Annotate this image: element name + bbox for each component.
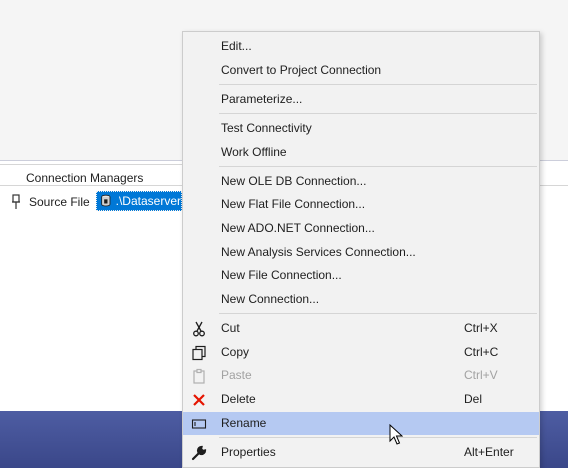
delete-x-icon: [193, 394, 205, 406]
copy-icon: [192, 345, 206, 361]
rename-icon: [191, 419, 207, 429]
menu-item-rename[interactable]: Rename: [183, 412, 539, 435]
menu-item-label: Work Offline: [221, 145, 287, 159]
menu-item-label: Test Connectivity: [221, 121, 312, 135]
menu-item-copy[interactable]: Copy Ctrl+C: [183, 341, 539, 364]
menu-item-delete[interactable]: Delete Del: [183, 388, 539, 411]
menu-item-label: Cut: [221, 321, 240, 335]
menu-item-label: New Connection...: [221, 292, 320, 306]
menu-separator: [219, 113, 537, 114]
menu-item-label: Properties: [221, 445, 276, 459]
connection-manager-label: .\Dataserver: [115, 194, 181, 208]
menu-item-cut[interactable]: Cut Ctrl+X: [183, 317, 539, 340]
menu-item-new-ole-db-connection[interactable]: New OLE DB Connection...: [183, 170, 539, 193]
menu-item-edit[interactable]: Edit...: [183, 35, 539, 58]
menu-item-label: New File Connection...: [221, 268, 342, 282]
menu-item-label: New OLE DB Connection...: [221, 174, 367, 188]
database-icon: [101, 194, 111, 207]
menu-item-label: Delete: [221, 392, 256, 406]
menu-item-label: New Flat File Connection...: [221, 197, 366, 211]
tab-connection-managers-label: Connection Managers: [26, 171, 144, 185]
menu-item-work-offline[interactable]: Work Offline: [183, 141, 539, 164]
menu-item-label: Paste: [221, 368, 252, 382]
menu-item-shortcut: Ctrl+V: [464, 368, 498, 382]
menu-item-new-analysis-services-connection[interactable]: New Analysis Services Connection...: [183, 241, 539, 264]
menu-item-shortcut: Ctrl+C: [464, 345, 499, 359]
menu-item-paste: Paste Ctrl+V: [183, 364, 539, 387]
menu-item-label: Parameterize...: [221, 92, 303, 106]
pin-icon: [12, 194, 20, 209]
connection-manager-label: Source File: [29, 195, 90, 209]
menu-separator: [219, 84, 537, 85]
tab-connection-managers[interactable]: Connection Managers: [0, 164, 183, 187]
menu-item-new-file-connection[interactable]: New File Connection...: [183, 264, 539, 287]
menu-item-label: New Analysis Services Connection...: [221, 245, 416, 259]
paste-icon: [193, 368, 205, 384]
menu-item-parameterize[interactable]: Parameterize...: [183, 88, 539, 111]
menu-item-properties[interactable]: Properties Alt+Enter: [183, 441, 539, 464]
menu-item-shortcut: Ctrl+X: [464, 321, 498, 335]
menu-item-label: Edit...: [221, 39, 252, 53]
menu-item-label: Convert to Project Connection: [221, 63, 382, 77]
menu-separator: [219, 437, 537, 438]
menu-item-new-flat-file-connection[interactable]: New Flat File Connection...: [183, 193, 539, 216]
scissors-icon: [193, 321, 205, 337]
menu-item-label: Copy: [221, 345, 250, 359]
connection-manager-dataserver[interactable]: .\Dataserver: [96, 191, 182, 211]
menu-item-new-ado-net-connection[interactable]: New ADO.NET Connection...: [183, 217, 539, 240]
menu-item-convert-to-project-connection[interactable]: Convert to Project Connection: [183, 59, 539, 82]
menu-item-new-connection[interactable]: New Connection...: [183, 288, 539, 311]
menu-item-shortcut: Del: [464, 392, 483, 406]
menu-item-shortcut: Alt+Enter: [464, 445, 514, 459]
context-menu: Edit... Convert to Project Connection Pa…: [182, 31, 540, 468]
wrench-icon: [191, 445, 207, 461]
menu-item-label: Rename: [221, 416, 267, 430]
menu-separator: [219, 166, 537, 167]
connection-manager-source-file[interactable]: Source File: [10, 192, 90, 212]
mouse-pointer-icon: [389, 424, 403, 445]
menu-item-label: New ADO.NET Connection...: [221, 221, 375, 235]
menu-separator: [219, 313, 537, 314]
menu-item-test-connectivity[interactable]: Test Connectivity: [183, 117, 539, 140]
